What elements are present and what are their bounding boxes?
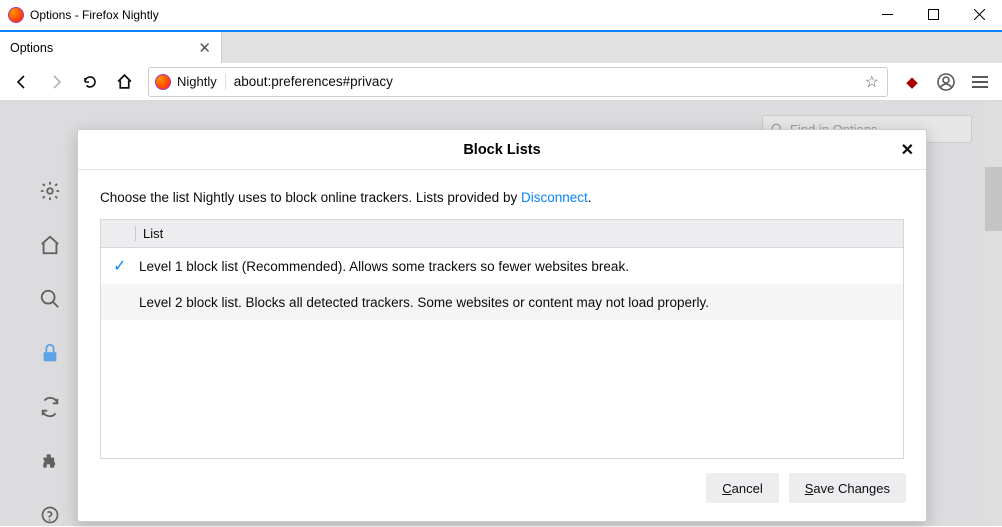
dialog-description: Choose the list Nightly uses to block on…: [100, 190, 904, 205]
list-column-header: List: [101, 220, 903, 248]
block-list-table: List ✓ Level 1 block list (Recommended).…: [100, 219, 904, 459]
back-button[interactable]: [6, 66, 38, 98]
tab-close-icon[interactable]: ✕: [198, 39, 211, 57]
tab-strip: Options ✕: [0, 30, 1002, 63]
url-text: about:preferences#privacy: [234, 74, 393, 89]
url-bar[interactable]: Nightly about:preferences#privacy ☆: [148, 67, 888, 97]
forward-button: [40, 66, 72, 98]
minimize-button[interactable]: [864, 0, 910, 30]
identity-label: Nightly: [177, 74, 226, 89]
tab-label: Options: [10, 41, 53, 55]
home-button[interactable]: [108, 66, 140, 98]
maximize-button[interactable]: [910, 0, 956, 30]
dialog-close-button[interactable]: ✕: [901, 140, 914, 160]
bookmark-star-icon[interactable]: ☆: [865, 72, 879, 92]
window-title: Options - Firefox Nightly: [30, 8, 159, 22]
nav-toolbar: Nightly about:preferences#privacy ☆ ◆: [0, 63, 1002, 101]
hamburger-icon: [972, 76, 988, 88]
app-menu-button[interactable]: [964, 66, 996, 98]
ublock-shield-icon[interactable]: ◆: [896, 66, 928, 98]
dialog-body: Choose the list Nightly uses to block on…: [78, 170, 926, 459]
window-titlebar: Options - Firefox Nightly: [0, 0, 1002, 30]
list-row-level1[interactable]: ✓ Level 1 block list (Recommended). Allo…: [101, 248, 903, 284]
dialog-header: Block Lists ✕: [78, 130, 926, 170]
list-row-level2[interactable]: Level 2 block list. Blocks all detected …: [101, 284, 903, 320]
close-window-button[interactable]: [956, 0, 1002, 30]
save-changes-button[interactable]: Save Changes: [789, 473, 906, 503]
check-icon: ✓: [113, 256, 133, 276]
tab-options[interactable]: Options ✕: [0, 32, 222, 63]
window-controls: [864, 0, 1002, 30]
preferences-content: Find in Options ✓ Fingerprinters Block L…: [0, 101, 1002, 526]
disconnect-link[interactable]: Disconnect: [521, 190, 588, 205]
block-lists-dialog: Block Lists ✕ Choose the list Nightly us…: [77, 129, 927, 522]
list-empty-space: [101, 320, 903, 458]
account-icon[interactable]: [930, 66, 962, 98]
firefox-nightly-icon: [8, 7, 24, 23]
cancel-button[interactable]: Cancel: [706, 473, 778, 503]
row-text: Level 2 block list. Blocks all detected …: [139, 295, 709, 310]
dialog-footer: Cancel Save Changes: [78, 459, 926, 521]
reload-button[interactable]: [74, 66, 106, 98]
identity-icon[interactable]: [155, 74, 171, 90]
dialog-title: Block Lists: [463, 142, 540, 158]
row-text: Level 1 block list (Recommended). Allows…: [139, 259, 629, 274]
